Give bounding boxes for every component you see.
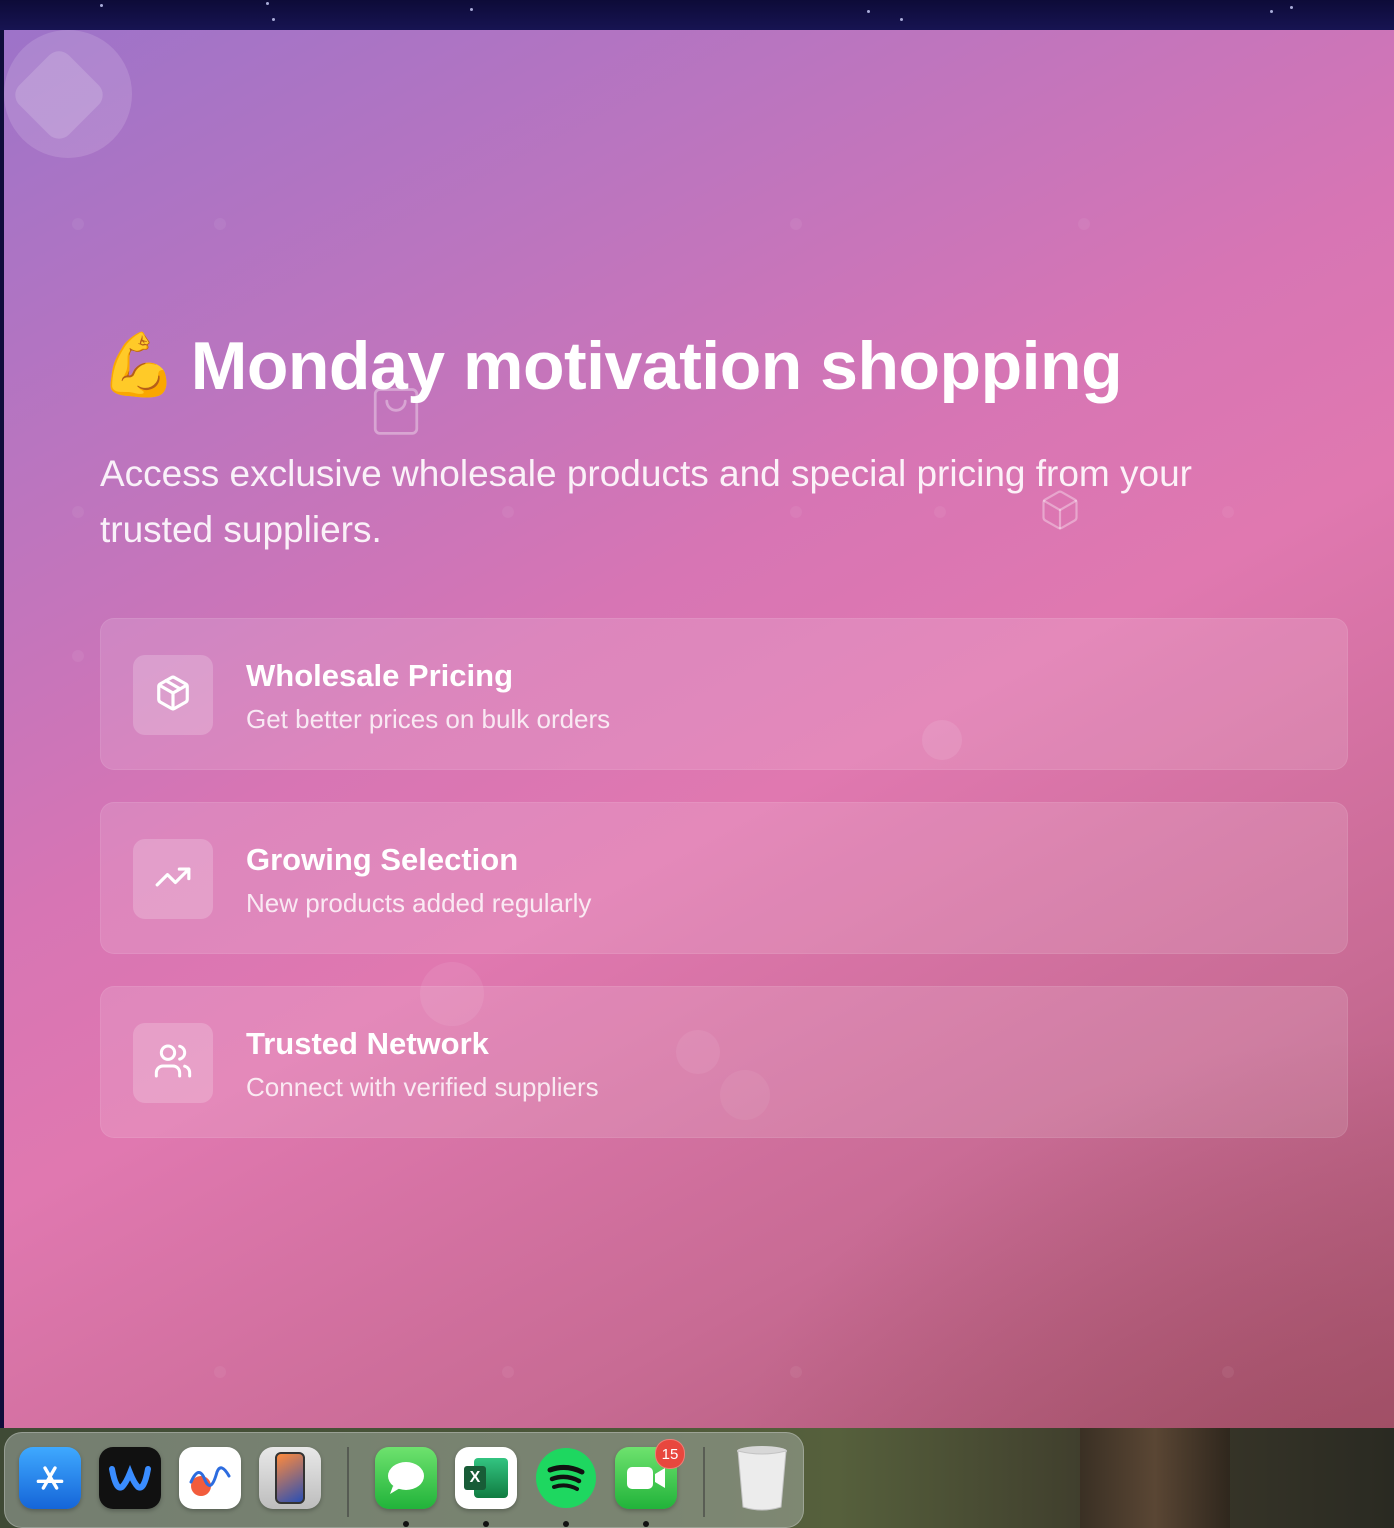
messages-icon[interactable]	[375, 1447, 437, 1509]
decorative-dot	[72, 218, 84, 230]
users-icon	[153, 1041, 193, 1086]
dock-separator	[703, 1447, 705, 1517]
feature-icon-container	[133, 655, 213, 735]
app-store-icon[interactable]	[19, 1447, 81, 1509]
dock-separator	[347, 1447, 349, 1517]
facetime-icon[interactable]: 15	[615, 1439, 685, 1509]
app-window: 💪 Monday motivation shopping Access excl…	[4, 30, 1394, 1428]
feature-description: New products added regularly	[246, 888, 592, 918]
excel-icon[interactable]: X	[455, 1447, 517, 1509]
features-list: Wholesale Pricing Get better prices on b…	[100, 618, 1348, 1170]
decorative-dot	[1078, 218, 1090, 230]
running-indicator	[403, 1521, 409, 1527]
page-title-text: Monday motivation shopping	[190, 328, 1123, 404]
decorative-dot	[72, 506, 84, 518]
decorative-dot	[502, 1366, 514, 1378]
star	[100, 4, 103, 7]
flexed-biceps-emoji: 💪	[100, 331, 177, 400]
star	[470, 8, 473, 11]
feature-title: Growing Selection	[246, 842, 519, 877]
iphone-mirroring-icon[interactable]	[259, 1447, 321, 1509]
freeform-icon[interactable]	[179, 1447, 241, 1509]
star	[266, 2, 269, 5]
star	[1270, 10, 1273, 13]
decorative-dot	[1222, 1366, 1234, 1378]
webex-icon[interactable]	[99, 1447, 161, 1509]
feature-icon-container	[133, 1023, 213, 1103]
trending-up-icon	[154, 858, 192, 901]
running-indicator	[643, 1521, 649, 1527]
notification-badge: 15	[655, 1439, 685, 1469]
star	[867, 10, 870, 13]
running-indicator	[483, 1521, 489, 1527]
decorative-dot	[790, 1366, 802, 1378]
page-subtitle: Access exclusive wholesale products and …	[100, 453, 1193, 550]
star	[1290, 6, 1293, 9]
star	[272, 18, 275, 21]
running-indicator	[563, 1521, 569, 1527]
feature-title: Trusted Network	[246, 1026, 489, 1061]
feature-card-trusted-network: Trusted Network Connect with verified su…	[100, 986, 1348, 1138]
feature-card-wholesale-pricing: Wholesale Pricing Get better prices on b…	[100, 618, 1348, 770]
decorative-dot	[214, 1366, 226, 1378]
desktop-wallpaper-bottom: X 15	[0, 1428, 1394, 1528]
decorative-dot	[72, 650, 84, 662]
feature-card-growing-selection: Growing Selection New products added reg…	[100, 802, 1348, 954]
spotify-icon[interactable]	[535, 1447, 597, 1509]
feature-description: Get better prices on bulk orders	[246, 704, 611, 734]
page-title: 💪 Monday motivation shopping	[100, 326, 1350, 406]
decorative-dot	[790, 218, 802, 230]
trash-icon[interactable]	[731, 1446, 793, 1511]
feature-icon-container	[133, 839, 213, 919]
decorative-dot	[214, 218, 226, 230]
hero-section: 💪 Monday motivation shopping Access excl…	[100, 326, 1350, 558]
wallpaper-tree	[1080, 1428, 1230, 1528]
feature-title: Wholesale Pricing	[246, 658, 514, 693]
feature-description: Connect with verified suppliers	[246, 1072, 599, 1102]
package-icon	[154, 674, 192, 717]
dock: X 15	[4, 1432, 804, 1528]
star	[900, 18, 903, 21]
desktop-wallpaper-top	[0, 0, 1394, 30]
